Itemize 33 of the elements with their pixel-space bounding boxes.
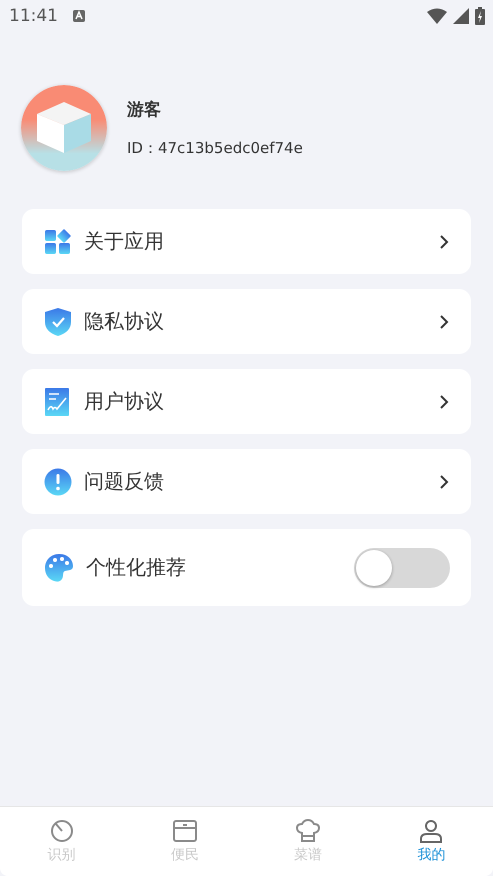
toggle-switch[interactable] [354,548,450,588]
drawer-box-icon [172,819,198,843]
chevron-right-icon [439,394,449,410]
signed-document-icon [44,386,72,416]
battery-icon [475,7,485,25]
keyboard-notification-icon [72,9,86,23]
chevron-right-icon [439,314,449,330]
menu-label: 用户协议 [84,388,164,415]
exclamation-icon [44,468,72,496]
menu-item[interactable]: 个性化推荐 [22,529,471,606]
menu-label: 关于应用 [84,228,164,255]
dial-icon [50,819,74,843]
status-time: 11:41 [9,6,58,26]
person-icon [419,819,444,843]
palette-icon [44,552,74,582]
signal-icon [453,8,469,24]
nav-tab[interactable]: 我的 [370,807,493,876]
apps-grid-icon [44,228,72,256]
chevron-right-icon [439,234,449,250]
menu-label: 问题反馈 [84,468,164,495]
chevron-right-icon [439,474,449,490]
menu-item[interactable]: 用户协议 [22,369,471,434]
menu-label: 隐私协议 [84,308,164,335]
menu-item[interactable]: 问题反馈 [22,449,471,514]
menu-item[interactable]: 隐私协议 [22,289,471,354]
menu-item[interactable]: 关于应用 [22,209,471,274]
chef-hat-icon [295,819,322,843]
user-name: 游客 [127,99,162,121]
avatar-box-icon [21,85,107,171]
user-id: ID：47c13b5edc0ef74e [127,139,303,158]
wifi-icon [427,8,447,24]
menu-label: 个性化推荐 [86,554,186,581]
shield-check-icon [44,306,72,336]
